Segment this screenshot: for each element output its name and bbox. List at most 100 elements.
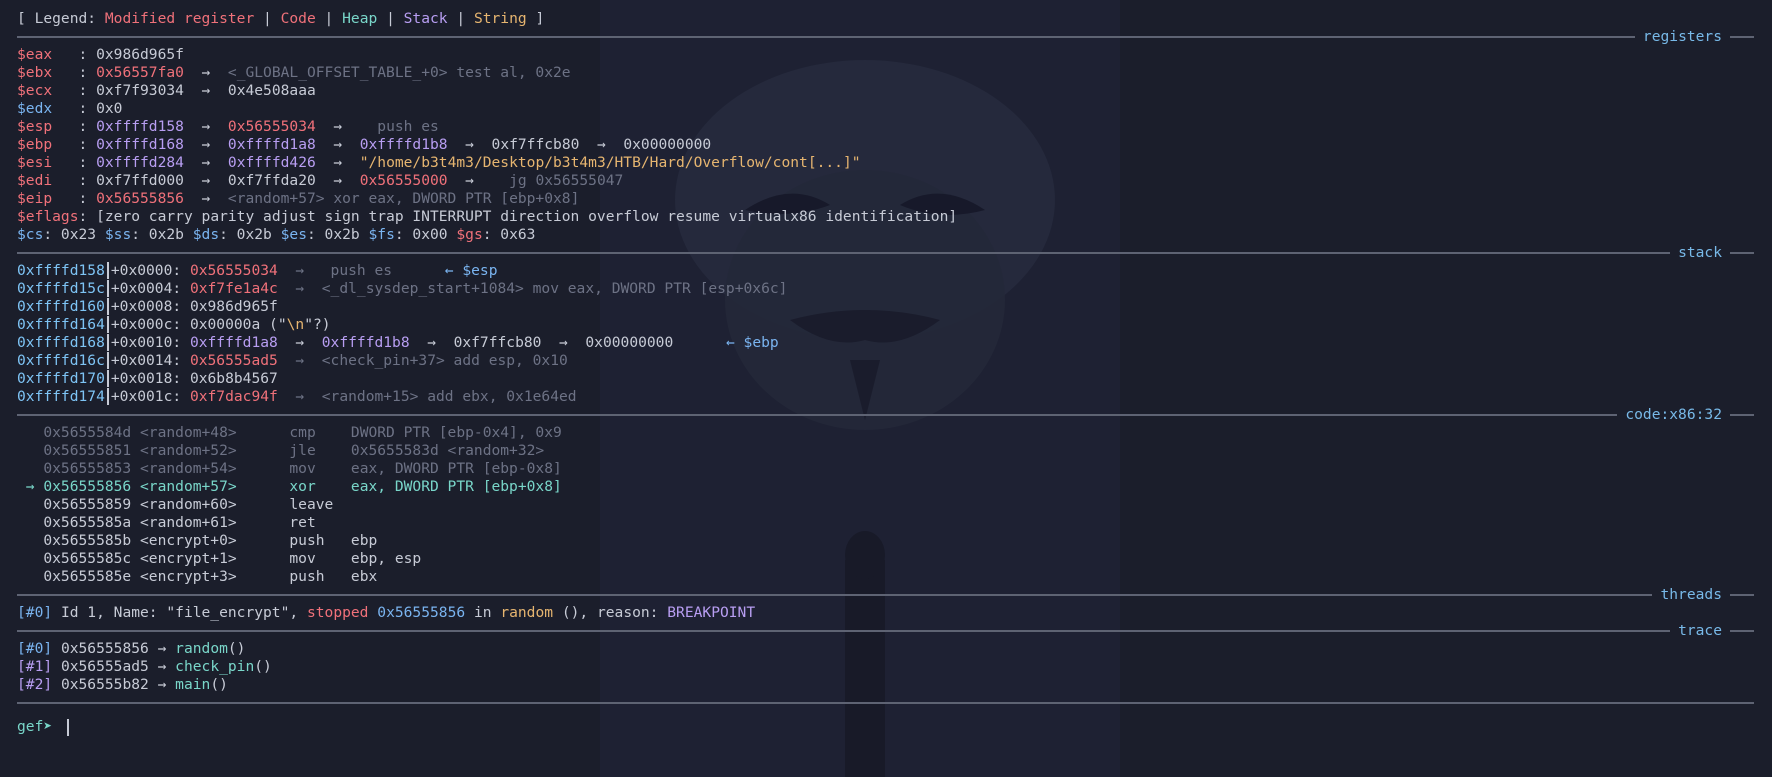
escape-char: \n (286, 316, 305, 333)
instr-mnemonic: leave (289, 496, 351, 513)
register-value: 0xffffd284 (96, 154, 184, 171)
code-line: 0x5655585c <encrypt+1> mov ebp, esp (17, 550, 1754, 568)
register-eax: $eax : 0x986d965f (17, 46, 1754, 64)
deref-value: 0xffffd426 (227, 154, 316, 171)
instr-address: 0x56555853 (43, 460, 132, 477)
register-edx: $edx : 0x0 (17, 100, 1754, 118)
register-eip: $eip : 0x56555856 → <random+57> xor eax,… (17, 190, 1754, 208)
frame-function: main (175, 676, 211, 693)
register-colon: : (52, 64, 97, 81)
text-cursor[interactable] (66, 718, 69, 736)
current-marker (17, 460, 43, 477)
register-value: 0xffffd158 (96, 118, 184, 135)
segment-name: $gs (456, 226, 483, 243)
trace-frame: [#1] 0x56555ad5 → check_pin() (17, 658, 1754, 676)
deref-arrow: → (315, 118, 360, 135)
register-value: 0x986d965f (96, 46, 184, 63)
code-line: 0x5655585e <encrypt+3> push ebx (17, 568, 1754, 586)
register-value: 0xffffd168 (96, 136, 184, 153)
register-name: $ecx (17, 82, 53, 99)
segment-value: : 0x2b (219, 226, 281, 243)
frame-index: [#1] (17, 658, 53, 675)
register-colon: : (52, 118, 97, 135)
instr-symbol: <random+48> (131, 424, 290, 441)
current-marker (17, 442, 43, 459)
register-name: $esi (17, 154, 53, 171)
instr-symbol: <encrypt+1> (131, 550, 290, 567)
deref-value: push es (359, 118, 439, 135)
frame-address: 0x56555b82 → (52, 676, 176, 693)
thread-line: [#0] Id 1, Name: "file_encrypt", stopped… (17, 604, 1754, 622)
register-ecx: $ecx : 0xf7f93034 → 0x4e508aaa (17, 82, 1754, 100)
instr-operands: eax, DWORD PTR [ebp-0x8] (350, 460, 562, 477)
code-line: 0x56555853 <random+54> mov eax, DWORD PT… (17, 460, 1754, 478)
frame-index: [#0] (17, 640, 53, 657)
stack-offset: +0x001c: (110, 388, 190, 405)
register-colon: : (52, 82, 97, 99)
legend-modified: Modified register (104, 10, 255, 27)
legend-sep: | (447, 10, 474, 27)
stack-value: 0xf7dac94f (189, 388, 278, 405)
stack-row: 0xffffd158 +0x0000: 0x56555034 → push es … (17, 262, 1754, 280)
current-marker (17, 568, 43, 585)
instr-symbol: <encrypt+0> (131, 532, 290, 549)
stack-row: 0xffffd160 +0x0008: 0x986d965f (17, 298, 1754, 316)
stack-offset: +0x0010: (110, 334, 190, 351)
stack-offset: +0x000c: (110, 316, 190, 333)
trace-frame: [#0] 0x56555856 → random() (17, 640, 1754, 658)
frame-function: random (175, 640, 228, 657)
stack-offset: +0x0004: (110, 280, 190, 297)
deref-arrow: → (183, 118, 228, 135)
gef-terminal[interactable]: [ Legend: Modified register | Code | Hea… (17, 10, 1754, 736)
stack-value: 0xffffd1a8 (189, 334, 278, 351)
frame-index: [#2] (17, 676, 53, 693)
instr-symbol: <random+60> (131, 496, 290, 513)
segment-value: : 0x2b (131, 226, 193, 243)
code-line-current: → 0x56555856 <random+57> xor eax, DWORD … (17, 478, 1754, 496)
thread-function: random (500, 604, 554, 621)
stack-panel: 0xffffd158 +0x0000: 0x56555034 → push es … (17, 262, 1754, 406)
frame-address: 0x56555ad5 → (52, 658, 176, 675)
register-value: 0xf7ffd000 (96, 172, 184, 189)
segment-name: $es (280, 226, 307, 243)
deref-arrow: → (183, 172, 228, 189)
instr-address: 0x56555856 (43, 478, 132, 495)
frame-paren: () (227, 640, 246, 657)
deref-value: jg 0x56555047 (491, 172, 624, 189)
deref-arrow: → (315, 154, 360, 171)
instr-mnemonic: xor (289, 478, 351, 495)
code-line: 0x5655585b <encrypt+0> push ebp (17, 532, 1754, 550)
instr-operands: eax, DWORD PTR [ebp+0x8] (350, 478, 562, 495)
register-ebp: $ebp : 0xffffd168 → 0xffffd1a8 → 0xffffd… (17, 136, 1754, 154)
register-value: 0x56555856 (96, 190, 184, 207)
threads-separator: threads (17, 586, 1754, 604)
thread-address: 0x56555856 (377, 604, 466, 621)
registers-separator: registers (17, 28, 1754, 46)
current-marker (17, 496, 43, 513)
register-value: 0x56557fa0 (96, 64, 184, 81)
register-name: $eflags (17, 208, 79, 225)
register-colon: : (52, 154, 97, 171)
stack-address: 0xffffd170 (17, 370, 105, 387)
thread-text: (), reason: (553, 604, 668, 621)
stack-offset: +0x0008: (110, 298, 190, 315)
stack-value: 0xf7fe1a4c (189, 280, 278, 297)
legend-suffix: ] (526, 10, 545, 27)
deref-arrow: → (447, 136, 492, 153)
frame-address: 0x56555856 → (52, 640, 176, 657)
deref-arrow: → (183, 136, 228, 153)
segment-value: : 0x2b (306, 226, 369, 243)
stack-deref: → <random+15> add ebx, 0x1e64ed (277, 388, 577, 405)
deref-arrow: → (579, 136, 624, 153)
register-colon: : (52, 46, 97, 63)
stack-value: 0x56555ad5 (189, 352, 278, 369)
instr-symbol: <encrypt+3> (131, 568, 290, 585)
deref-arrow: → (315, 172, 360, 189)
deref-string: "/home/b3t4m3/Desktop/b3t4m3/HTB/Hard/Ov… (359, 154, 861, 171)
instr-symbol: <random+57> (131, 478, 290, 495)
register-value: 0x0 (96, 100, 123, 117)
stack-value-tail: "?) (304, 316, 331, 333)
code-line: 0x56555851 <random+52> jle 0x5655583d <r… (17, 442, 1754, 460)
thread-text: in (465, 604, 501, 621)
command-line[interactable]: gef➤ (17, 718, 1754, 736)
